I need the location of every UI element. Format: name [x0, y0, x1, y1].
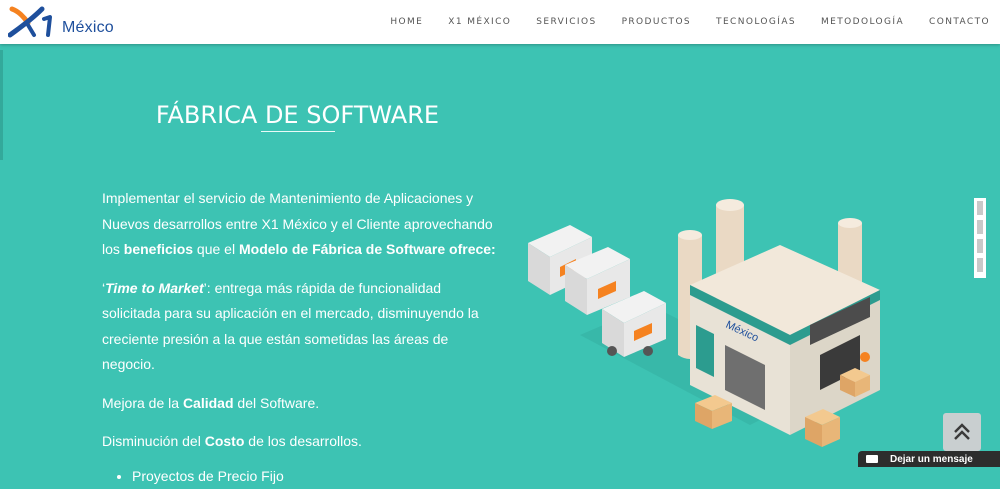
benefits-list: Proyectos de Precio Fijo — [102, 464, 502, 489]
left-edge-strip — [0, 50, 3, 160]
cost-text-1: Disminución del — [102, 433, 205, 449]
scroll-to-top-button[interactable] — [943, 413, 981, 451]
ttm-bold: Time to Market — [105, 279, 204, 296]
menu-item-x1-mexico[interactable]: X1 MÉXICO — [448, 17, 511, 27]
top-navbar: México HOME X1 MÉXICO SERVICIOS PRODUCTO… — [0, 0, 1000, 44]
scroller-dot-1[interactable] — [977, 201, 983, 215]
menu-item-tecnologias[interactable]: TECNOLOGÍAS — [716, 17, 796, 27]
intro-bold-1: beneficios — [123, 241, 194, 257]
scroller-dot-4[interactable] — [977, 258, 983, 272]
time-to-market-paragraph: ‘Time to Market’: entrega más rápida de … — [102, 276, 502, 378]
intro-bold-2: Modelo de Fábrica de Software ofrece: — [238, 241, 496, 257]
page-title: FÁBRICA DE SOFTWARE — [155, 101, 440, 130]
quality-text-2: del Software. — [233, 394, 320, 411]
menu-item-contacto[interactable]: CONTACTO — [929, 17, 990, 27]
scroller-dot-3[interactable] — [977, 239, 983, 253]
main-content: Implementar el servicio de Mantenimiento… — [102, 186, 502, 489]
cost-bold: Costo — [204, 433, 245, 449]
quality-paragraph: Mejora de la Calidad del Software. — [102, 391, 502, 417]
menu-item-metodologia[interactable]: METODOLOGÍA — [821, 17, 904, 27]
list-item: Proyectos de Precio Fijo — [132, 464, 502, 489]
section-scroller[interactable] — [974, 198, 986, 278]
menu-item-home[interactable]: HOME — [390, 17, 423, 27]
main-menu: HOME X1 MÉXICO SERVICIOS PRODUCTOS TECNO… — [365, 17, 990, 27]
quality-text-1: Mejora de la — [102, 394, 183, 411]
x1-logo[interactable]: México — [8, 3, 128, 41]
menu-item-servicios[interactable]: SERVICIOS — [536, 17, 596, 27]
double-chevron-up-icon — [954, 423, 970, 440]
factory-illustration: México — [528, 199, 880, 447]
envelope-icon — [866, 455, 878, 463]
scroller-dot-2[interactable] — [977, 220, 983, 234]
logo-text: México — [62, 19, 114, 36]
cost-paragraph: Disminución del Costo de los desarrollos… — [102, 429, 502, 455]
intro-text-2: que el — [193, 241, 239, 257]
quality-bold: Calidad — [182, 394, 234, 411]
menu-item-productos[interactable]: PRODUCTOS — [622, 17, 691, 27]
title-divider — [261, 131, 335, 132]
chat-widget-button[interactable]: Dejar un mensaje — [858, 451, 1000, 467]
cost-text-2: de los desarrollos. — [244, 433, 362, 449]
x1-logo-icon — [8, 6, 52, 38]
chat-label: Dejar un mensaje — [890, 454, 973, 465]
intro-paragraph: Implementar el servicio de Mantenimiento… — [102, 186, 502, 263]
